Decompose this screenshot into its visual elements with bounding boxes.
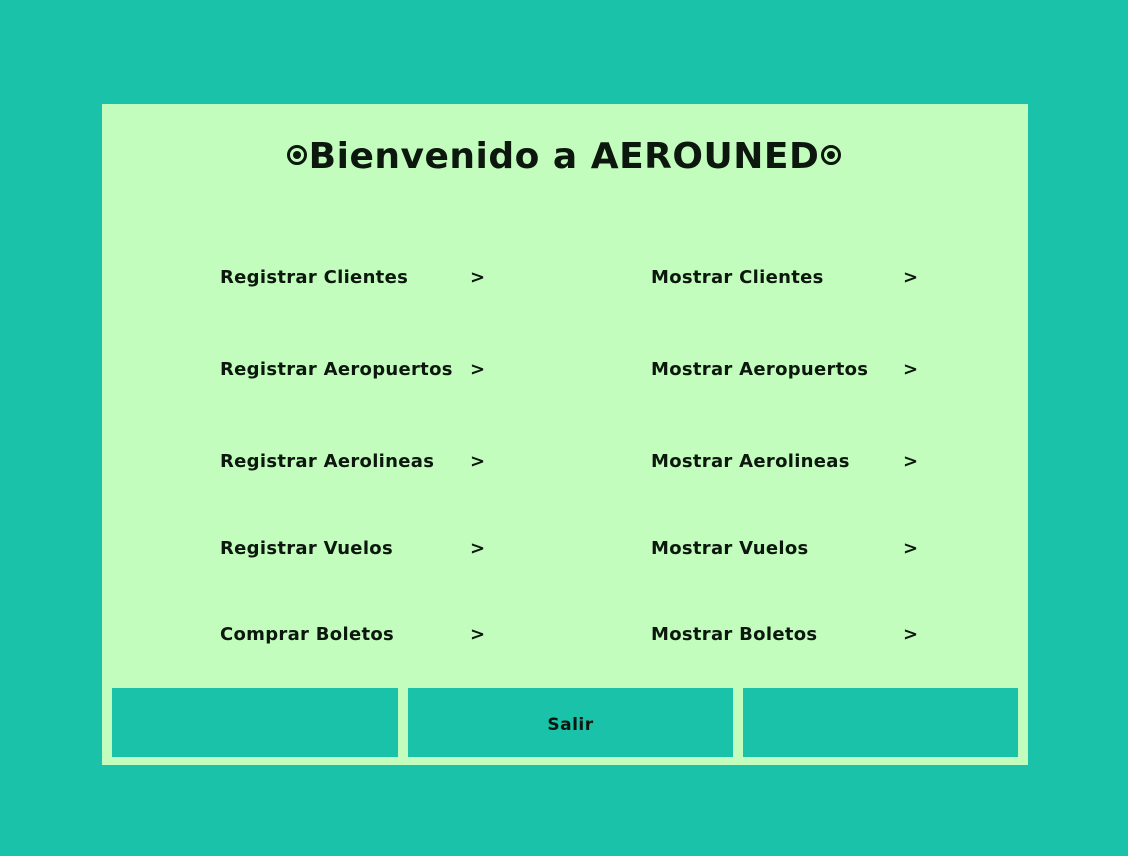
register-clients-label: Registrar Clientes	[220, 267, 409, 288]
chevron-right-icon: >	[903, 624, 919, 645]
bullseye-icon	[286, 145, 307, 165]
exit-button[interactable]: Salir	[408, 688, 733, 757]
register-clients-button[interactable]: Registrar Clientes >	[220, 261, 520, 295]
chevron-right-icon: >	[470, 624, 486, 645]
chevron-right-icon: >	[470, 538, 486, 559]
footer-panel-left	[112, 688, 398, 757]
chevron-right-icon: >	[470, 451, 486, 472]
chevron-right-icon: >	[903, 359, 919, 380]
chevron-right-icon: >	[470, 359, 486, 380]
register-airlines-button[interactable]: Registrar Aerolineas >	[220, 445, 520, 479]
page-title: Bienvenido a AEROUNED	[0, 136, 1128, 177]
show-airports-label: Mostrar Aeropuertos	[651, 359, 869, 380]
register-airlines-label: Registrar Aerolineas	[220, 451, 435, 472]
show-airlines-button[interactable]: Mostrar Aerolineas >	[651, 445, 951, 479]
show-tickets-label: Mostrar Boletos	[651, 624, 818, 645]
register-airports-button[interactable]: Registrar Aeropuertos >	[220, 353, 520, 387]
chevron-right-icon: >	[903, 267, 919, 288]
main-panel	[102, 104, 1028, 765]
register-flights-label: Registrar Vuelos	[220, 538, 393, 559]
register-airports-label: Registrar Aeropuertos	[220, 359, 453, 380]
show-clients-label: Mostrar Clientes	[651, 267, 824, 288]
show-flights-button[interactable]: Mostrar Vuelos >	[651, 532, 951, 566]
chevron-right-icon: >	[470, 267, 486, 288]
show-clients-button[interactable]: Mostrar Clientes >	[651, 261, 951, 295]
buy-tickets-label: Comprar Boletos	[220, 624, 395, 645]
footer-panel-right	[743, 688, 1018, 757]
chevron-right-icon: >	[903, 538, 919, 559]
show-flights-label: Mostrar Vuelos	[651, 538, 809, 559]
show-tickets-button[interactable]: Mostrar Boletos >	[651, 618, 951, 652]
buy-tickets-button[interactable]: Comprar Boletos >	[220, 618, 520, 652]
show-airports-button[interactable]: Mostrar Aeropuertos >	[651, 353, 951, 387]
chevron-right-icon: >	[903, 451, 919, 472]
register-flights-button[interactable]: Registrar Vuelos >	[220, 532, 520, 566]
show-airlines-label: Mostrar Aerolineas	[651, 451, 850, 472]
exit-button-label: Salir	[547, 715, 594, 735]
bullseye-icon	[821, 145, 842, 165]
page-title-text: Bienvenido a AEROUNED	[308, 136, 820, 177]
